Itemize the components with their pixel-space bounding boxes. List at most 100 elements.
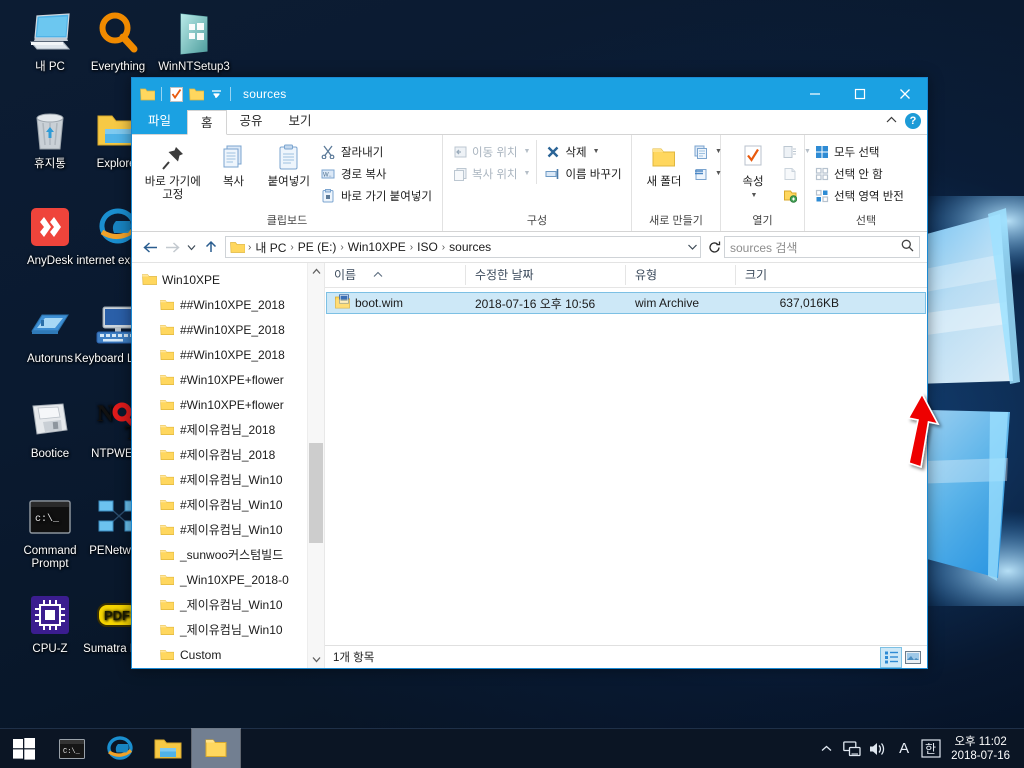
tab-home[interactable]: 홈 [187, 110, 227, 135]
chevron-down-icon[interactable]: ▼ [524, 148, 531, 155]
tree-item[interactable]: #제이유컴님_Win10 [132, 517, 307, 542]
tree-scrollbar[interactable] [307, 263, 324, 668]
breadcrumb-item-win10xpe[interactable]: Win10XPE [346, 240, 408, 254]
collapse-ribbon-icon[interactable] [886, 116, 897, 127]
show-hidden-icons-icon[interactable] [813, 729, 839, 768]
minimize-button[interactable] [792, 78, 837, 110]
close-button[interactable] [882, 78, 927, 110]
properties-button[interactable]: 속성 ▼ [727, 140, 779, 204]
copy-path-button[interactable]: W.. 경로 복사 [318, 163, 436, 184]
taskbar-clock[interactable]: 오후 11:02 2018-07-16 [945, 735, 1018, 763]
details-view-icon[interactable] [880, 646, 902, 668]
tree-item-label: #제이유컴님_2018 [180, 423, 276, 437]
up-button[interactable] [200, 236, 222, 258]
button-label: 이름 바꾸기 [565, 168, 622, 181]
tree-item[interactable]: #제이유컴님_2018 [132, 442, 307, 467]
invert-selection-button[interactable]: 선택 영역 반전 [811, 185, 908, 206]
select-all-button[interactable]: 모두 선택 [811, 141, 908, 162]
new-folder-button[interactable]: 새 폴더 [638, 140, 690, 191]
breadcrumb-separator[interactable]: › [338, 242, 345, 253]
rename-button[interactable]: 이름 바꾸기 [542, 163, 625, 184]
address-dropdown-icon[interactable] [687, 243, 698, 251]
group-title-open: 열기 [752, 215, 773, 227]
ime-mode-A-icon[interactable]: A [891, 729, 917, 768]
move-to-button[interactable]: 이동 위치 ▼ [449, 141, 534, 162]
window-titlebar[interactable]: sources [132, 78, 927, 110]
breadcrumb-item-my-pc[interactable]: 내 PC [253, 239, 288, 256]
chevron-down-icon[interactable]: ▼ [751, 189, 758, 202]
tab-share[interactable]: 공유 [227, 109, 276, 134]
tree-item[interactable]: #Win10XPE+flower [132, 392, 307, 417]
column-header-date-modified[interactable]: 수정한 날짜 [465, 265, 625, 285]
chevron-down-icon[interactable]: ▼ [524, 170, 531, 177]
paste-shortcut-button[interactable]: 바로 가기 붙여넣기 [318, 185, 436, 206]
tree-item[interactable]: #제이유컴님_Win10 [132, 467, 307, 492]
paste-button[interactable]: 붙여넣기 [260, 140, 318, 191]
refresh-button[interactable] [704, 236, 724, 258]
maximize-button[interactable] [837, 78, 882, 110]
copy-to-button[interactable]: 복사 위치 ▼ [449, 163, 534, 184]
folder-icon [158, 524, 176, 536]
column-header-size[interactable]: 크기 [735, 265, 845, 285]
help-icon[interactable]: ? [905, 113, 921, 129]
back-button[interactable] [139, 236, 161, 258]
tree-item[interactable]: #Win10XPE+flower [132, 367, 307, 392]
start-button[interactable] [0, 729, 48, 768]
desktop-icon-winntsetup3[interactable]: WinNTSetup3 [148, 8, 240, 74]
tree-item[interactable]: Win10XPE [132, 267, 307, 292]
address-bar[interactable]: › 내 PC › PE (E:) › Win10XPE › ISO › sour… [225, 236, 701, 258]
tree-item[interactable]: ##Win10XPE_2018 [132, 342, 307, 367]
pin-icon [160, 142, 186, 174]
table-row[interactable]: boot.wim 2018-07-16 오후 10:56 wim Archive… [326, 292, 926, 314]
large-icons-view-icon[interactable] [903, 648, 923, 667]
cut-button[interactable]: 잘라내기 [318, 141, 436, 162]
tree-item[interactable]: _제이유컴님_Win10 [132, 617, 307, 642]
breadcrumb-separator[interactable]: › [288, 242, 295, 253]
forward-button[interactable] [161, 236, 183, 258]
tree-item[interactable]: ##Win10XPE_2018 [132, 292, 307, 317]
tab-view[interactable]: 보기 [276, 109, 325, 134]
breadcrumb-item-pe-drive[interactable]: PE (E:) [296, 240, 339, 254]
tree-item[interactable]: _제이유컴님_Win10 [132, 592, 307, 617]
tree-item[interactable]: #제이유컴님_Win10 [132, 492, 307, 517]
pin-to-quick-access-button[interactable]: 바로 가기에 고정 [138, 140, 208, 204]
select-none-icon [813, 165, 830, 182]
search-box[interactable]: sources 검색 [724, 236, 920, 258]
breadcrumb-item-iso[interactable]: ISO [415, 240, 440, 254]
breadcrumb-separator[interactable]: › [440, 242, 447, 253]
chevron-down-icon[interactable]: ▼ [593, 148, 600, 155]
tree-item[interactable]: #제이유컴님_2018 [132, 417, 307, 442]
select-none-button[interactable]: 선택 안 함 [811, 163, 908, 184]
taskbar-item-command-prompt[interactable]: C:\_ [48, 729, 96, 768]
breadcrumb-separator[interactable]: › [408, 242, 415, 253]
tree-scrollbar-thumb[interactable] [309, 443, 323, 543]
tab-file[interactable]: 파일 [132, 109, 188, 134]
file-list[interactable]: boot.wim 2018-07-16 오후 10:56 wim Archive… [325, 288, 927, 645]
taskbar-item-sources-window[interactable] [191, 727, 241, 768]
properties-checkmark-icon[interactable] [167, 85, 185, 103]
folder-icon[interactable] [138, 85, 156, 103]
tree-item[interactable]: _Win10XPE_2018-0 [132, 567, 307, 592]
column-header-type[interactable]: 유형 [625, 265, 735, 285]
button-label: 삭제 [565, 146, 587, 159]
search-icon[interactable] [901, 239, 914, 255]
new-folder-icon[interactable] [187, 85, 205, 103]
tree-item[interactable]: ##Win10XPE_2018 [132, 317, 307, 342]
breadcrumb-item-sources[interactable]: sources [447, 240, 493, 254]
search-input[interactable]: sources 검색 [730, 239, 897, 256]
network-icon[interactable] [839, 729, 865, 768]
tree-item[interactable]: Custom [132, 642, 307, 667]
volume-icon[interactable] [865, 729, 891, 768]
scroll-up-arrow-icon[interactable] [308, 263, 324, 280]
button-label: 모두 선택 [834, 146, 880, 159]
recent-locations-button[interactable] [183, 236, 200, 258]
taskbar-item-internet-explorer[interactable] [96, 729, 144, 768]
taskbar-item-file-explorer[interactable] [144, 729, 192, 768]
tree-item[interactable]: _sunwoo커스텀빌드 [132, 542, 307, 567]
delete-button[interactable]: 삭제 ▼ [542, 141, 625, 162]
scroll-down-arrow-icon[interactable] [308, 651, 324, 668]
column-header-name[interactable]: 이름 [325, 265, 465, 285]
ime-korean-icon[interactable]: 한 [917, 729, 945, 768]
customize-dropdown-icon[interactable] [207, 85, 225, 103]
copy-button[interactable]: 복사 [208, 140, 260, 191]
